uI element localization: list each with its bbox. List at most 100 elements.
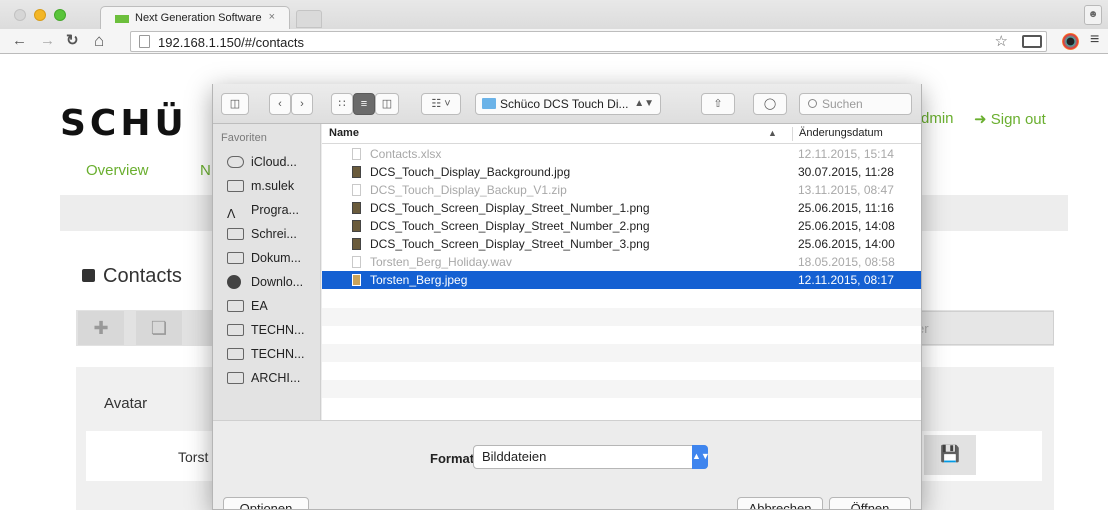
tab-close-icon[interactable]: × (269, 11, 275, 23)
sidebar-item-desktop[interactable]: Schrei... (227, 224, 297, 244)
new-tab-button[interactable] (296, 10, 322, 28)
window-maximize-button[interactable] (54, 9, 66, 21)
format-select[interactable]: Bilddateien ▲▼ (473, 445, 710, 469)
file-name: DCS_Touch_Screen_Display_Street_Number_2… (370, 219, 650, 233)
back-button[interactable]: ‹ (269, 93, 291, 115)
browser-chrome: Next Generation Software × ☻ ← → ↻ ⌂ 192… (0, 0, 1108, 54)
file-row[interactable]: Torsten_Berg.jpeg 12.11.2015, 08:17 (322, 271, 921, 289)
folder-icon (482, 98, 496, 109)
sidebar-item-icloud[interactable]: iCloud... (227, 152, 297, 172)
home-icon (227, 180, 244, 192)
download-icon (227, 275, 241, 289)
file-date: 30.07.2015, 11:28 (798, 165, 894, 179)
image-file-icon (352, 238, 361, 250)
file-row[interactable]: DCS_Touch_Display_Backup_V1.zip 13.11.201… (322, 181, 921, 199)
sidebar-item-label: iCloud... (251, 155, 297, 169)
sidebar-item-label: TECHN... (251, 347, 305, 361)
cloud-icon (227, 156, 244, 168)
file-row[interactable]: DCS_Touch_Screen_Display_Street_Number_3… (322, 235, 921, 253)
file-open-dialog: ◫ ‹ › ∷ ≡ ◫ ☷ ˅ Schüco DCS Touch Di... ▲… (212, 84, 922, 510)
sidebar-item-home[interactable]: m.sulek (227, 176, 294, 196)
sidebar-item-label: Dokum... (251, 251, 302, 265)
browser-tab[interactable]: Next Generation Software × (100, 6, 290, 29)
admin-link[interactable]: dmin (921, 110, 954, 127)
column-view-button[interactable]: ◫ (375, 93, 399, 115)
window-minimize-button[interactable] (34, 9, 46, 21)
sidebar-item-label: Schrei... (251, 227, 297, 241)
avatar-name-field[interactable]: Torst (178, 449, 208, 465)
menu-icon[interactable]: ≡ (1090, 31, 1099, 49)
address-bar[interactable]: 192.168.1.150/#/contacts ☆ (130, 31, 1047, 52)
page-icon (139, 35, 150, 48)
contacts-icon (82, 269, 95, 282)
sidebar-toggle-button[interactable]: ◫ (221, 93, 249, 115)
arrange-button[interactable]: ☷ ˅ (421, 93, 461, 115)
profile-icon[interactable]: ☻ (1084, 5, 1102, 25)
sidebar-item-techn-2[interactable]: TECHN... (227, 344, 304, 364)
contacts-filter-input[interactable]: er (908, 311, 1054, 345)
file-name: Torsten_Berg.jpeg (370, 273, 468, 287)
nav-item-partial[interactable]: N (200, 162, 211, 179)
tag-button[interactable]: ◯ (753, 93, 787, 115)
format-select-value: Bilddateien (482, 449, 547, 464)
file-row[interactable]: DCS_Touch_Screen_Display_Street_Number_1… (322, 199, 921, 217)
file-name: DCS_Touch_Screen_Display_Street_Number_3… (370, 237, 650, 251)
sidebar-item-documents[interactable]: Dokum... (227, 248, 301, 268)
window-close-button[interactable] (14, 9, 26, 21)
file-name: Contacts.xlsx (370, 147, 442, 161)
share-button[interactable]: ⇧ (701, 93, 735, 115)
sidebar-item-archi[interactable]: ARCHI... (227, 368, 300, 388)
page-title-text: Contacts (103, 265, 182, 287)
forward-arrow-icon[interactable]: → (40, 32, 55, 50)
dialog-search-input[interactable]: Suchen (799, 93, 912, 115)
bookmark-star-icon[interactable]: ☆ (995, 32, 1008, 50)
extension-icon[interactable] (1062, 33, 1079, 50)
file-row[interactable]: Torsten_Berg_Holiday.wav 18.05.2015, 08:5… (322, 253, 921, 271)
folder-icon (227, 348, 244, 360)
sidebar-item-downloads[interactable]: Downlo... (227, 272, 303, 292)
site-favicon-icon (115, 15, 129, 23)
file-row[interactable]: Contacts.xlsx 12.11.2015, 15:14 (322, 145, 921, 163)
file-name: Torsten_Berg_Holiday.wav (370, 255, 512, 269)
chevron-updown-icon: ▲▼ (634, 98, 654, 109)
icon-view-button[interactable]: ∷ (331, 93, 353, 115)
home-icon[interactable]: ⌂ (94, 32, 104, 50)
cancel-button[interactable]: Abbrechen (737, 497, 823, 509)
file-row[interactable]: DCS_Touch_Screen_Display_Street_Number_2… (322, 217, 921, 235)
image-file-icon (352, 166, 361, 178)
sidebar-item-techn-1[interactable]: TECHN... (227, 320, 304, 340)
options-button[interactable]: Optionen (223, 497, 309, 509)
back-arrow-icon[interactable]: ← (12, 32, 27, 50)
reload-icon[interactable]: ↻ (66, 32, 79, 50)
file-date: 25.06.2015, 14:08 (798, 219, 895, 233)
date-column-header[interactable]: Änderungsdatum (792, 127, 883, 141)
sidebar-item-applications[interactable]: Λ Progra... (227, 200, 299, 221)
cast-icon[interactable] (1022, 35, 1042, 48)
copy-contact-button[interactable]: ❏ (136, 311, 182, 345)
add-contact-button[interactable]: ✚ (78, 311, 124, 345)
search-icon (808, 99, 817, 108)
open-button[interactable]: Öffnen (829, 497, 911, 509)
sidebar-item-label: EA (251, 299, 268, 313)
nav-overview[interactable]: Overview (86, 162, 149, 179)
browser-toolbar: ← → ↻ ⌂ 192.168.1.150/#/contacts ☆ ≡ (0, 29, 1108, 54)
sign-out-link[interactable]: ➜ Sign out (974, 110, 1046, 128)
sidebar-item-label: Progra... (251, 203, 299, 217)
list-view-button[interactable]: ≡ (353, 93, 375, 115)
save-button[interactable]: 💾 (924, 435, 976, 475)
address-bar-url[interactable]: 192.168.1.150/#/contacts (158, 35, 304, 50)
path-popup[interactable]: Schüco DCS Touch Di... ▲▼ (475, 93, 661, 115)
forward-button[interactable]: › (291, 93, 313, 115)
folder-icon (227, 372, 244, 384)
file-list-header: Name ▲ Änderungsdatum (322, 124, 921, 144)
document-file-icon (352, 256, 361, 268)
sidebar-item-label: m.sulek (251, 179, 295, 193)
sidebar-item-ea[interactable]: EA (227, 296, 268, 316)
file-row[interactable]: DCS_Touch_Display_Background.jpg 30.07.20… (322, 163, 921, 181)
file-date: 12.11.2015, 08:17 (798, 273, 894, 287)
sidebar-heading: Favoriten (221, 132, 267, 144)
file-date: 13.11.2015, 08:47 (798, 183, 894, 197)
document-file-icon (352, 148, 361, 160)
name-column-header[interactable]: Name (329, 127, 359, 139)
image-file-icon (352, 274, 361, 286)
